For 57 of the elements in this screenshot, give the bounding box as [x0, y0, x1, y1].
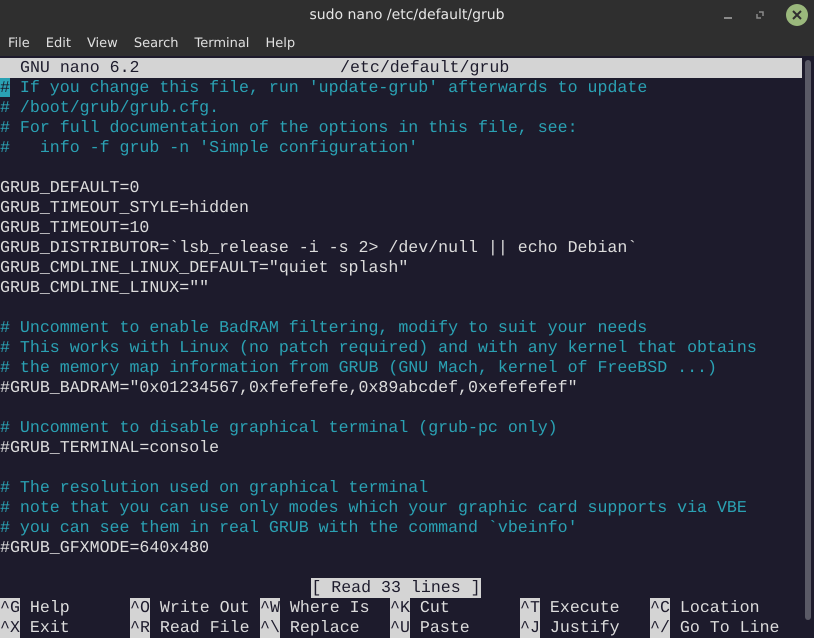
shortcut-key: ^U — [390, 618, 410, 638]
status-message: [ Read 33 lines ] — [311, 578, 481, 598]
shortcut-key: ^\ — [260, 618, 280, 638]
comment-line: # The resolution used on graphical terminal — [0, 478, 428, 498]
shortcut-label: Exit — [30, 618, 70, 638]
code-line: GRUB_DISTRIBUTOR=`lsb_release -i -s 2> /dev/null || echo Debian` — [0, 238, 638, 258]
menu-item[interactable]: Help — [265, 36, 296, 50]
menu-item[interactable]: Search — [134, 36, 178, 50]
shortcut-key: ^R — [130, 618, 150, 638]
shortcut-key: ^X — [0, 618, 20, 638]
code-line: GRUB_DEFAULT=0 — [0, 178, 140, 198]
shortcut-key: ^K — [390, 598, 410, 618]
comment-line: # the memory map information from GRUB (GNU Mach, kernel of FreeBSD ...) — [0, 358, 717, 378]
shortcut-label: Read File — [160, 618, 250, 638]
shortcut-key: ^C — [650, 598, 670, 618]
code-line: GRUB_CMDLINE_LINUX="" — [0, 278, 210, 298]
shortcut-key: ^/ — [650, 618, 670, 638]
menu-item[interactable]: Terminal — [194, 36, 250, 50]
shortcut-label: Execute — [550, 598, 620, 618]
comment-line: # Uncomment to disable graphical terminal (grub-pc only) — [0, 418, 558, 438]
code-line: #GRUB_TERMINAL=console — [0, 438, 220, 458]
shortcut-label: Replace — [290, 618, 360, 638]
close-icon[interactable] — [786, 4, 808, 26]
code-line: GRUB_TIMEOUT_STYLE=hidden — [0, 198, 249, 218]
shortcut-label: Write Out — [160, 598, 250, 618]
menu-item[interactable]: View — [86, 36, 118, 50]
scrollbar-thumb[interactable] — [805, 60, 811, 620]
shortcut-key: ^O — [130, 598, 150, 618]
shortcut-label: Location — [680, 598, 760, 618]
comment-line: # This works with Linux (no patch required) and with any kernel that obtains — [0, 338, 757, 358]
menu-item[interactable]: File — [8, 36, 30, 50]
comment-line: # you can see them in real GRUB with the command `vbeinfo' — [0, 518, 578, 538]
code-line: #GRUB_BADRAM="0x01234567,0xfefefefe,0x89abcdef,0xefefefef" — [0, 378, 578, 398]
comment-line: # For full documentation of the options in this file, see: — [0, 118, 578, 138]
shortcut-label: Where Is — [290, 598, 370, 618]
shortcut-key: ^G — [0, 598, 20, 618]
shortcut-label: Help — [30, 598, 70, 618]
shortcut-label: Cut — [420, 598, 450, 618]
comment-line: # Uncomment to enable BadRAM filtering, modify to suit your needs — [0, 318, 648, 338]
shortcut-label: Go To Line — [680, 618, 780, 638]
nano-version: GNU nano 6.2 — [20, 58, 140, 78]
maximize-icon[interactable] — [754, 9, 766, 21]
menu-item[interactable]: Edit — [46, 36, 71, 50]
shortcut-label: Paste — [420, 618, 470, 638]
shortcut-key: ^T — [520, 598, 540, 618]
shortcut-key: ^J — [520, 618, 540, 638]
code-line: GRUB_CMDLINE_LINUX_DEFAULT="quiet splash" — [0, 258, 408, 278]
file-path: /etc/default/grub — [340, 58, 510, 78]
comment-line: # /boot/grub/grub.cfg. — [0, 98, 220, 118]
shortcut-key: ^W — [260, 598, 280, 618]
comment-line: # note that you can use only modes which your graphic card supports via VBE — [0, 498, 747, 518]
code-line: GRUB_TIMEOUT=10 — [0, 218, 150, 238]
comment-line: # info -f grub -n 'Simple configuration' — [0, 138, 418, 158]
comment-line: # If you change this file, run 'update-grub' afterwards to update — [0, 78, 648, 98]
window-title: sudo nano /etc/default/grub — [309, 7, 505, 23]
shortcut-label: Justify — [550, 618, 620, 638]
code-line: #GRUB_GFXMODE=640x480 — [0, 538, 210, 558]
